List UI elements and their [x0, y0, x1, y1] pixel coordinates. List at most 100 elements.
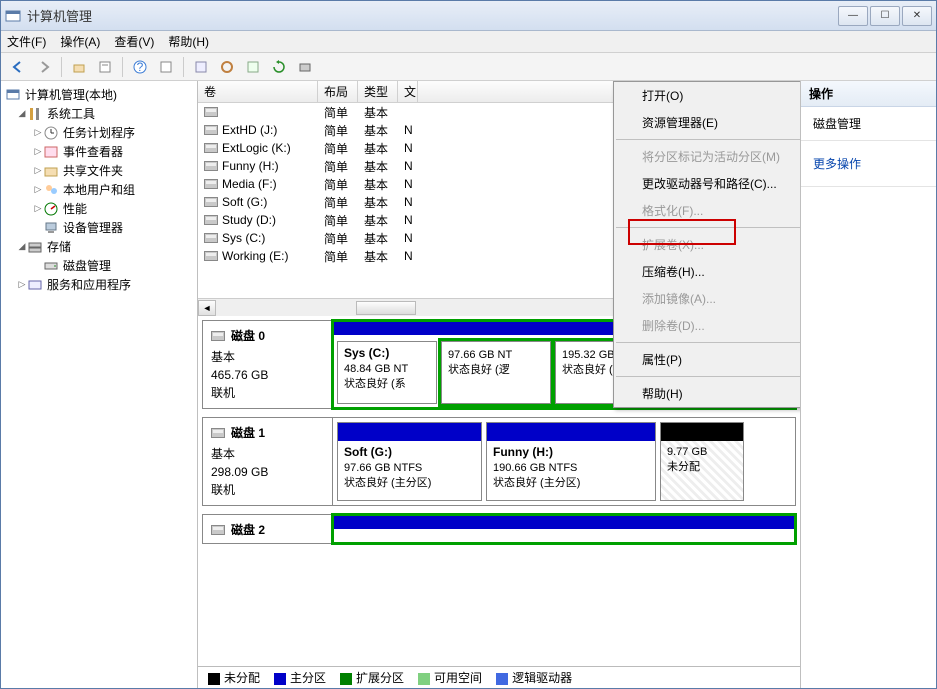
app-icon [5, 8, 21, 24]
tree-services[interactable]: ▷服务和应用程序 [3, 275, 195, 294]
ctx-explorer[interactable]: 资源管理器(E) [614, 109, 801, 136]
ctx-shrink-volume[interactable]: 压缩卷(H)... [614, 258, 801, 285]
volume-name: ExtLogic (K:) [222, 141, 291, 155]
volume-icon [204, 233, 218, 243]
refresh-button[interactable] [268, 56, 290, 78]
more-actions-link[interactable]: 更多操作 [813, 149, 924, 178]
volume-layout: 简单 [318, 176, 358, 193]
tool-button-1[interactable] [190, 56, 212, 78]
tree-root[interactable]: 计算机管理(本地) [3, 85, 195, 104]
up-button[interactable] [68, 56, 90, 78]
volume-layout: 简单 [318, 248, 358, 265]
tree-local-users[interactable]: ▷本地用户和组 [3, 180, 195, 199]
tree-event-viewer[interactable]: ▷事件查看器 [3, 142, 195, 161]
volume-fs: N [398, 195, 418, 209]
menubar: 文件(F) 操作(A) 查看(V) 帮助(H) [1, 31, 936, 53]
volume-type: 基本 [358, 248, 398, 265]
ctx-delete-volume: 删除卷(D)... [614, 312, 801, 339]
volume-layout: 简单 [318, 104, 358, 121]
partition-header [661, 423, 743, 441]
properties-button[interactable] [94, 56, 116, 78]
ctx-extend-volume: 扩展卷(X)... [614, 231, 801, 258]
view-list-button[interactable] [155, 56, 177, 78]
legend-unallocated: 未分配 [208, 669, 260, 686]
tree-task-scheduler[interactable]: ▷任务计划程序 [3, 123, 195, 142]
tool-button-5[interactable] [294, 56, 316, 78]
volume-layout: 简单 [318, 158, 358, 175]
tree-label: 系统工具 [47, 105, 95, 122]
volume-type: 基本 [358, 104, 398, 121]
tool-button-3[interactable] [242, 56, 264, 78]
col-layout[interactable]: 布局 [318, 81, 358, 102]
tree-device-manager[interactable]: 设备管理器 [3, 218, 195, 237]
volume-layout: 简单 [318, 140, 358, 157]
volume-icon [204, 161, 218, 171]
ctx-open[interactable]: 打开(O) [614, 82, 801, 109]
forward-button[interactable] [33, 56, 55, 78]
context-menu: 打开(O) 资源管理器(E) 将分区标记为活动分区(M) 更改驱动器号和路径(C… [613, 81, 801, 408]
maximize-button[interactable]: ☐ [870, 6, 900, 26]
ctx-add-mirror: 添加镜像(A)... [614, 285, 801, 312]
tree-systools[interactable]: ◢系统工具 [3, 104, 195, 123]
help-button[interactable]: ? [129, 56, 151, 78]
volume-name: Working (E:) [222, 249, 288, 263]
tree-label: 任务计划程序 [63, 124, 135, 141]
volume-name: ExtHD (J:) [222, 123, 277, 137]
ctx-properties[interactable]: 属性(P) [614, 346, 801, 373]
partition[interactable]: 97.66 GB NT状态良好 (逻 [441, 341, 551, 404]
partition[interactable]: Sys (C:)48.84 GB NT状态良好 (系 [337, 341, 437, 404]
volume-icon [204, 143, 218, 153]
back-button[interactable] [7, 56, 29, 78]
disk-icon [211, 525, 225, 535]
col-type[interactable]: 类型 [358, 81, 398, 102]
menu-file[interactable]: 文件(F) [7, 33, 46, 50]
partition-header [487, 423, 655, 441]
partition-info: 48.84 GB NT状态良好 (系 [344, 362, 430, 393]
volume-name: Study (D:) [222, 213, 276, 227]
disk-1-label[interactable]: 磁盘 1 基本298.09 GB联机 [203, 418, 333, 505]
menu-view[interactable]: 查看(V) [114, 33, 154, 50]
partition-info: 97.66 GB NT状态良好 (逻 [448, 348, 544, 379]
volume-icon [204, 179, 218, 189]
menu-action[interactable]: 操作(A) [60, 33, 100, 50]
close-button[interactable]: ✕ [902, 6, 932, 26]
volume-fs: N [398, 213, 418, 227]
tree-storage[interactable]: ◢存储 [3, 237, 195, 256]
menu-help[interactable]: 帮助(H) [168, 33, 209, 50]
window-title: 计算机管理 [27, 6, 838, 25]
ctx-mark-active: 将分区标记为活动分区(M) [614, 143, 801, 170]
volume-fs: N [398, 123, 418, 137]
col-fs[interactable]: 文 [398, 81, 418, 102]
actions-section-title: 磁盘管理 [801, 107, 936, 141]
partition[interactable]: Funny (H:)190.66 GB NTFS状态良好 (主分区) [486, 422, 656, 501]
actions-header: 操作 [801, 81, 936, 107]
ctx-help[interactable]: 帮助(H) [614, 380, 801, 407]
tree-label: 服务和应用程序 [47, 276, 131, 293]
minimize-button[interactable]: — [838, 6, 868, 26]
volume-layout: 简单 [318, 194, 358, 211]
disk-icon [211, 331, 225, 341]
tree-label: 本地用户和组 [63, 181, 135, 198]
disk-0-label[interactable]: 磁盘 0 基本465.76 GB联机 [203, 321, 333, 408]
scroll-thumb[interactable] [356, 301, 416, 315]
tree-performance[interactable]: ▷性能 [3, 199, 195, 218]
col-volume[interactable]: 卷 [198, 81, 318, 102]
scroll-left-button[interactable]: ◄ [198, 300, 216, 316]
disk-name: 磁盘 1 [231, 424, 265, 441]
center-panel: 卷 布局 类型 文 简单基本ExtHD (J:)简单基本NExtLogic (K… [198, 81, 801, 688]
partition[interactable]: 9.77 GB未分配 [660, 422, 744, 501]
ctx-change-letter[interactable]: 更改驱动器号和路径(C)... [614, 170, 801, 197]
tool-button-2[interactable] [216, 56, 238, 78]
tree-shared-folders[interactable]: ▷共享文件夹 [3, 161, 195, 180]
disk-2-label[interactable]: 磁盘 2 [203, 515, 333, 543]
tree-label: 性能 [63, 200, 87, 217]
partition-name: Soft (G:) [344, 445, 475, 459]
tree-disk-management[interactable]: 磁盘管理 [3, 256, 195, 275]
volume-type: 基本 [358, 140, 398, 157]
titlebar: 计算机管理 — ☐ ✕ [1, 1, 936, 31]
disk-icon [211, 428, 225, 438]
volume-type: 基本 [358, 230, 398, 247]
nav-tree: 计算机管理(本地) ◢系统工具 ▷任务计划程序 ▷事件查看器 ▷共享文件夹 ▷本… [1, 81, 198, 688]
disk-2: 磁盘 2 [202, 514, 796, 544]
partition[interactable]: Soft (G:)97.66 GB NTFS状态良好 (主分区) [337, 422, 482, 501]
